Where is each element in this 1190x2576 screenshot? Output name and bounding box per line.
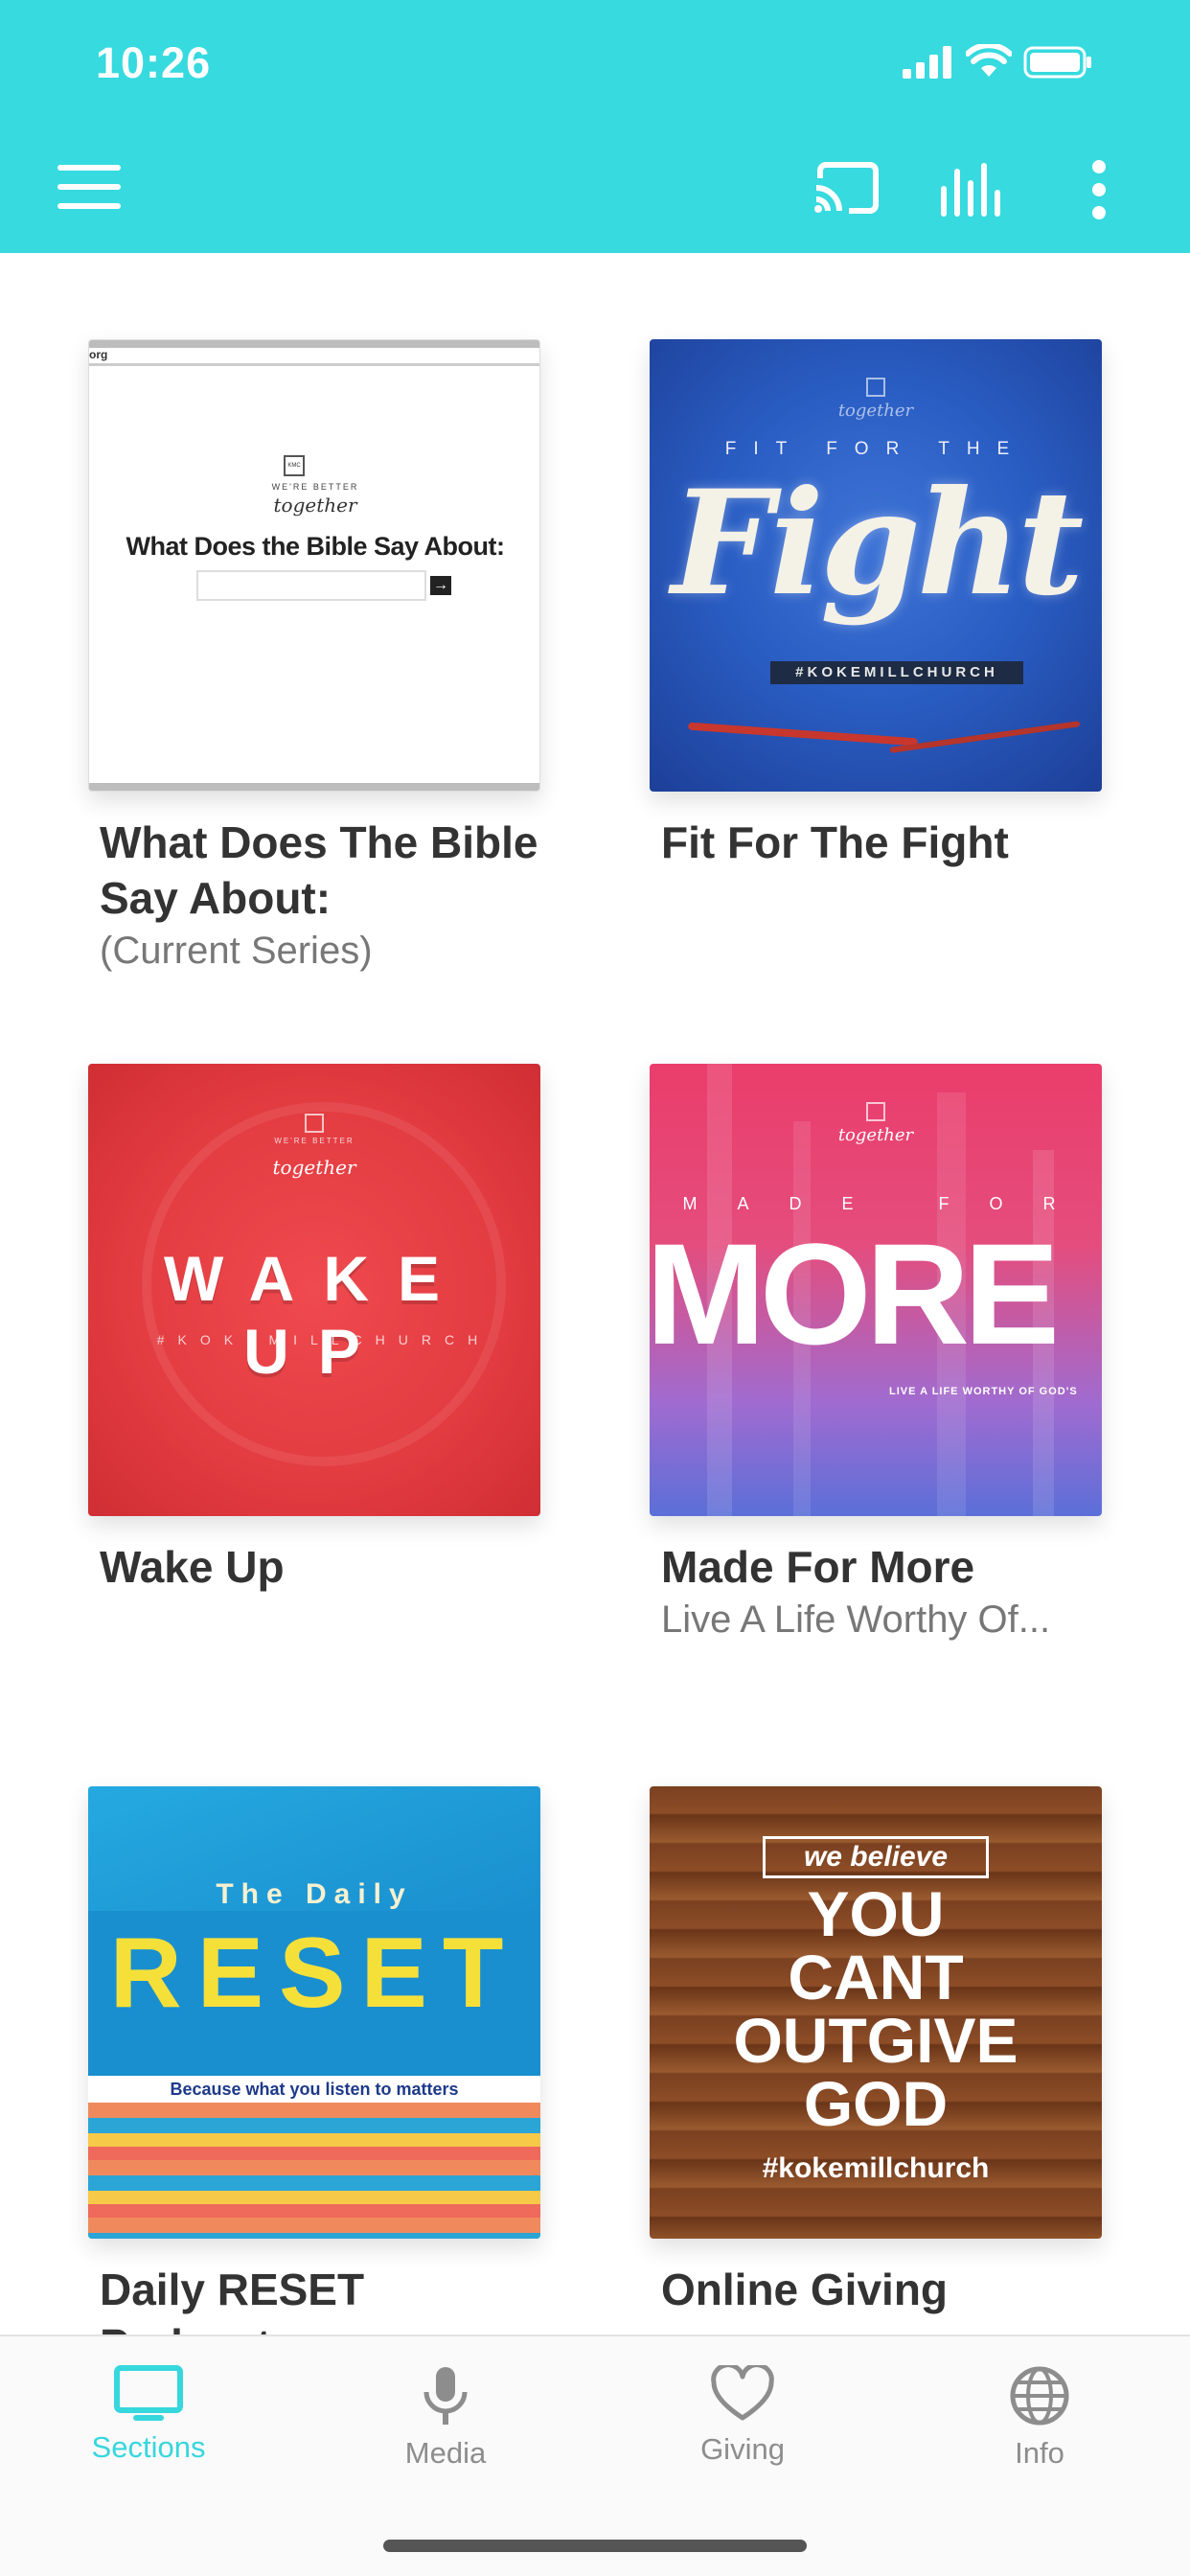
app: { "status_bar": {"time": "10:26"}, "head… (0, 0, 1190, 2576)
heart-icon (711, 2365, 774, 2421)
art-line-4: GOD (803, 2068, 949, 2139)
church-logo (866, 1102, 885, 1121)
tab-label: Sections (91, 2430, 206, 2464)
monitor-icon (114, 2365, 183, 2421)
art-headline: RESET (109, 1918, 519, 2029)
audio-equalizer-icon[interactable] (939, 163, 1006, 217)
tab-giving[interactable]: Giving (594, 2356, 891, 2499)
art-script: together (273, 494, 357, 517)
search-field-graphic (196, 570, 426, 601)
browser-divider (89, 363, 539, 366)
card-title[interactable]: Wake Up (100, 1539, 540, 1595)
art-script: together (272, 1156, 356, 1179)
signal-icon (903, 46, 951, 79)
arrow-right-icon: → (430, 576, 451, 595)
art-headline: MORE (650, 1213, 1060, 1374)
status-icons (903, 0, 1190, 105)
card-title[interactable]: Online Giving (661, 2262, 1102, 2317)
tab-media[interactable]: Media (297, 2356, 594, 2499)
card-subtitle: (Current Series) (100, 930, 373, 972)
art-line-3: OUTGIVE (733, 2005, 1018, 2076)
art-headline: WAKE UP (164, 1243, 469, 1387)
art-kicker: WE'RE BETTER (271, 482, 359, 492)
tab-sections[interactable]: Sections (0, 2356, 297, 2499)
tab-label: Giving (700, 2432, 785, 2466)
art-badge: we believe (763, 1836, 989, 1878)
series-thumbnail[interactable]: org KMC WE'RE BETTER together What Does … (88, 339, 540, 792)
browser-top-rule (89, 340, 539, 348)
art-line-1: YOU (807, 1878, 945, 1949)
url-fragment: org (89, 348, 108, 361)
wifi-icon (966, 44, 1012, 77)
battery-icon (1023, 46, 1091, 79)
browser-bottom-rule (89, 783, 539, 791)
card-title[interactable]: Fit For The Fight (661, 815, 1102, 870)
art-kicker: The Daily (216, 1878, 413, 1910)
sword-graphic-right (889, 721, 1081, 753)
tab-info[interactable]: Info (891, 2356, 1188, 2499)
series-thumbnail[interactable]: WE'RE BETTER together WAKE UP #KOKEMILLC… (88, 1064, 540, 1516)
art-line-2: CANT (788, 1942, 964, 2012)
church-logo (305, 1114, 324, 1133)
series-thumbnail[interactable]: we believe YOU CANT OUTGIVE GOD #kokemil… (650, 1786, 1102, 2239)
church-logo: KMC (284, 455, 305, 476)
art-hashtag: #KOKEMILLCHURCH (770, 661, 1023, 684)
microphone-icon (423, 2367, 468, 2425)
tab-label: Info (1015, 2436, 1064, 2470)
home-indicator[interactable] (383, 2540, 807, 2552)
card-title[interactable]: What Does The Bible Say About: (100, 815, 540, 926)
status-time: 10:26 (96, 38, 212, 87)
cast-icon[interactable] (812, 161, 880, 215)
art-hashtag: #kokemillchurch (762, 2152, 990, 2184)
art-tagline: Because what you listen to matters (88, 2076, 540, 2103)
series-thumbnail[interactable]: together FIT FOR THE Fight #KOKEMILLCHUR… (650, 339, 1102, 792)
art-kicker: WE'RE BETTER (274, 1137, 355, 1145)
globe-icon (1010, 2366, 1069, 2426)
series-thumbnail[interactable]: The Daily RESET Because what you listen … (88, 1786, 540, 2239)
art-headline: Fight (671, 459, 1085, 628)
art-kicker: MADE FOR (682, 1194, 1096, 1213)
more-vertical-icon[interactable] (1088, 159, 1110, 220)
waves-graphic (88, 2103, 540, 2239)
series-thumbnail[interactable]: together MADE FOR MORE LIVE A LIFE WORTH… (650, 1064, 1102, 1516)
art-script: together (837, 401, 914, 421)
sword-graphic-left (688, 722, 918, 747)
tab-label: Media (404, 2436, 487, 2470)
art-kicker: FIT FOR THE (724, 439, 1027, 459)
art-script: together (837, 1125, 914, 1145)
card-title[interactable]: Made For More (661, 1539, 1102, 1595)
art-tagline: LIVE A LIFE WORTHY OF GOD'S (889, 1386, 1078, 1397)
art-hashtag: #KOKEMILLCHURCH (156, 1332, 492, 1347)
card-subtitle: Live A Life Worthy Of... (661, 1598, 1051, 1641)
art-headline: What Does the Bible Say About: (126, 532, 505, 561)
top-app-bar: 10:26 (0, 0, 1190, 253)
church-logo (866, 378, 885, 397)
hamburger-menu-icon[interactable] (57, 165, 121, 209)
